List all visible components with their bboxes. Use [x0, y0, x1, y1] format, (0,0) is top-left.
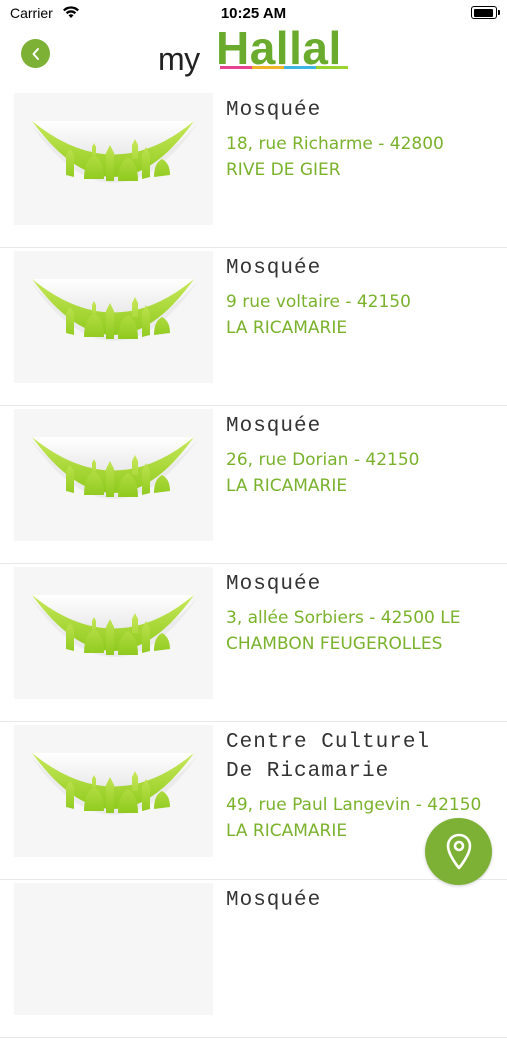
list-item[interactable]: Mosquée 18, rue Richarme - 42800 RIVE DE… — [0, 90, 507, 248]
mosque-crescent-icon — [30, 437, 198, 499]
back-button[interactable] — [21, 39, 50, 68]
place-title: Mosquée — [226, 415, 322, 438]
mosque-thumbnail — [14, 93, 213, 225]
battery-icon — [471, 6, 500, 19]
place-address-line1: 49, rue Paul Langevin - 42150 — [226, 795, 482, 815]
map-pin-icon — [446, 833, 471, 869]
place-address-line2: LA RICAMARIE — [226, 318, 348, 338]
mosque-crescent-icon — [30, 595, 198, 657]
place-address-line1: 18, rue Richarme - 42800 — [226, 134, 444, 154]
place-title: Mosquée — [226, 99, 322, 122]
place-title: Mosquée — [226, 889, 322, 912]
place-address-line1: 9 rue voltaire - 42150 — [226, 292, 411, 312]
nav-header: my Hallal — [0, 22, 507, 90]
list-item[interactable]: Mosquée — [0, 880, 507, 1038]
place-title-line1: Centre Culturel — [226, 731, 431, 754]
list-item[interactable]: Mosquée 3, allée Sorbiers - 42500 LE CHA… — [0, 564, 507, 722]
place-address-line2: CHAMBON FEUGEROLLES — [226, 634, 443, 654]
places-list: Mosquée 18, rue Richarme - 42800 RIVE DE… — [0, 90, 507, 1038]
place-title: Mosquée — [226, 257, 322, 280]
mosque-thumbnail — [14, 725, 213, 857]
mosque-thumbnail — [14, 409, 213, 541]
chevron-left-icon — [32, 47, 39, 60]
place-title: Mosquée — [226, 573, 322, 596]
mosque-crescent-icon — [30, 753, 198, 815]
logo-my-text: my — [158, 41, 200, 77]
mosque-thumbnail — [14, 251, 213, 383]
mosque-crescent-icon — [30, 121, 198, 183]
mosque-thumbnail — [14, 883, 213, 1015]
mosque-thumbnail — [14, 567, 213, 699]
place-address-line2: RIVE DE GIER — [226, 160, 341, 180]
logo-stripe — [220, 66, 348, 69]
mosque-crescent-icon — [30, 279, 198, 341]
place-address-line2: LA RICAMARIE — [226, 476, 348, 496]
place-address-line1: 26, rue Dorian - 42150 — [226, 450, 420, 470]
list-item[interactable]: Mosquée 9 rue voltaire - 42150 LA RICAMA… — [0, 248, 507, 406]
place-address-line1: 3, allée Sorbiers - 42500 LE — [226, 608, 461, 628]
list-item[interactable]: Mosquée 26, rue Dorian - 42150 LA RICAMA… — [0, 406, 507, 564]
clock: 10:25 AM — [220, 5, 287, 22]
place-title-line2: De Ricamarie — [226, 760, 390, 783]
map-button[interactable] — [425, 818, 492, 885]
